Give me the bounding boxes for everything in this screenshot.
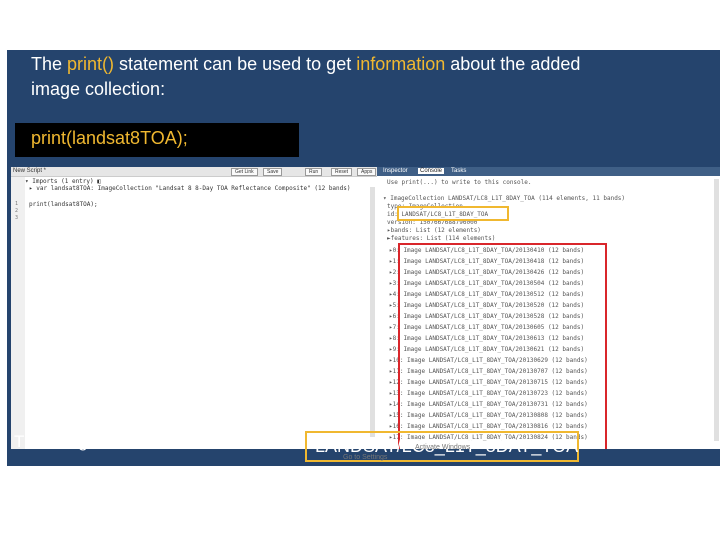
- code-snippet: print(landsat8TOA);: [31, 128, 188, 148]
- slide: The print() statement can be used to get…: [7, 50, 720, 466]
- headline-information-keyword: information: [356, 54, 446, 74]
- script-editor: New Script * Get Link Save Run Reset App…: [11, 167, 378, 449]
- get-link-button[interactable]: Get Link: [231, 168, 258, 176]
- line-number: 2: [15, 208, 19, 214]
- line-number: 1: [15, 201, 19, 207]
- var-declaration-line[interactable]: ▸ var landsat8TOA: ImageCollection "Land…: [29, 185, 351, 192]
- reset-button[interactable]: Reset: [331, 168, 353, 176]
- editor-toolbar: New Script * Get Link Save Run Reset App…: [11, 167, 377, 177]
- script-tab[interactable]: New Script *: [13, 168, 46, 174]
- run-button[interactable]: Run: [305, 168, 323, 176]
- collection-header[interactable]: ▾ ImageCollection LANDSAT/LC8_L1T_8DAY_T…: [383, 195, 625, 202]
- line-gutter: 1 2 3: [11, 177, 25, 449]
- console-scrollbar[interactable]: [714, 179, 719, 441]
- editor-scrollbar[interactable]: [370, 187, 375, 437]
- imports-line[interactable]: ▾ Imports (1 entry) ◧: [25, 178, 101, 185]
- features-highlight-box: [398, 243, 607, 449]
- caption-text: This image collection has a name:: [14, 432, 272, 451]
- console-panel: Inspector Console Tasks Use print(...) t…: [377, 167, 720, 449]
- code-box: print(landsat8TOA);: [15, 123, 299, 157]
- code-editor-screenshot: New Script * Get Link Save Run Reset App…: [11, 167, 720, 449]
- tab-inspector[interactable]: Inspector: [383, 168, 408, 174]
- collection-bands[interactable]: ▸bands: List (12 elements): [387, 227, 481, 234]
- code-line[interactable]: print(landsat8TOA);: [29, 201, 98, 208]
- console-hint: Use print(...) to write to this console.: [387, 179, 532, 186]
- collection-features[interactable]: ►features: List (114 elements): [387, 235, 495, 242]
- headline: The print() statement can be used to get…: [31, 54, 581, 99]
- headline-print-keyword: print(): [67, 54, 115, 74]
- console-tab-bar: Inspector Console Tasks: [377, 167, 720, 176]
- watermark-settings: Go to Settings: [343, 454, 388, 461]
- tab-console[interactable]: Console: [418, 168, 445, 174]
- tab-tasks[interactable]: Tasks: [451, 168, 466, 174]
- apps-button[interactable]: Apps: [357, 168, 377, 176]
- watermark-activate: Activate Windows: [415, 444, 471, 451]
- line-number: 3: [15, 215, 19, 221]
- id-highlight-box: [397, 206, 509, 221]
- save-button[interactable]: Save: [263, 168, 283, 176]
